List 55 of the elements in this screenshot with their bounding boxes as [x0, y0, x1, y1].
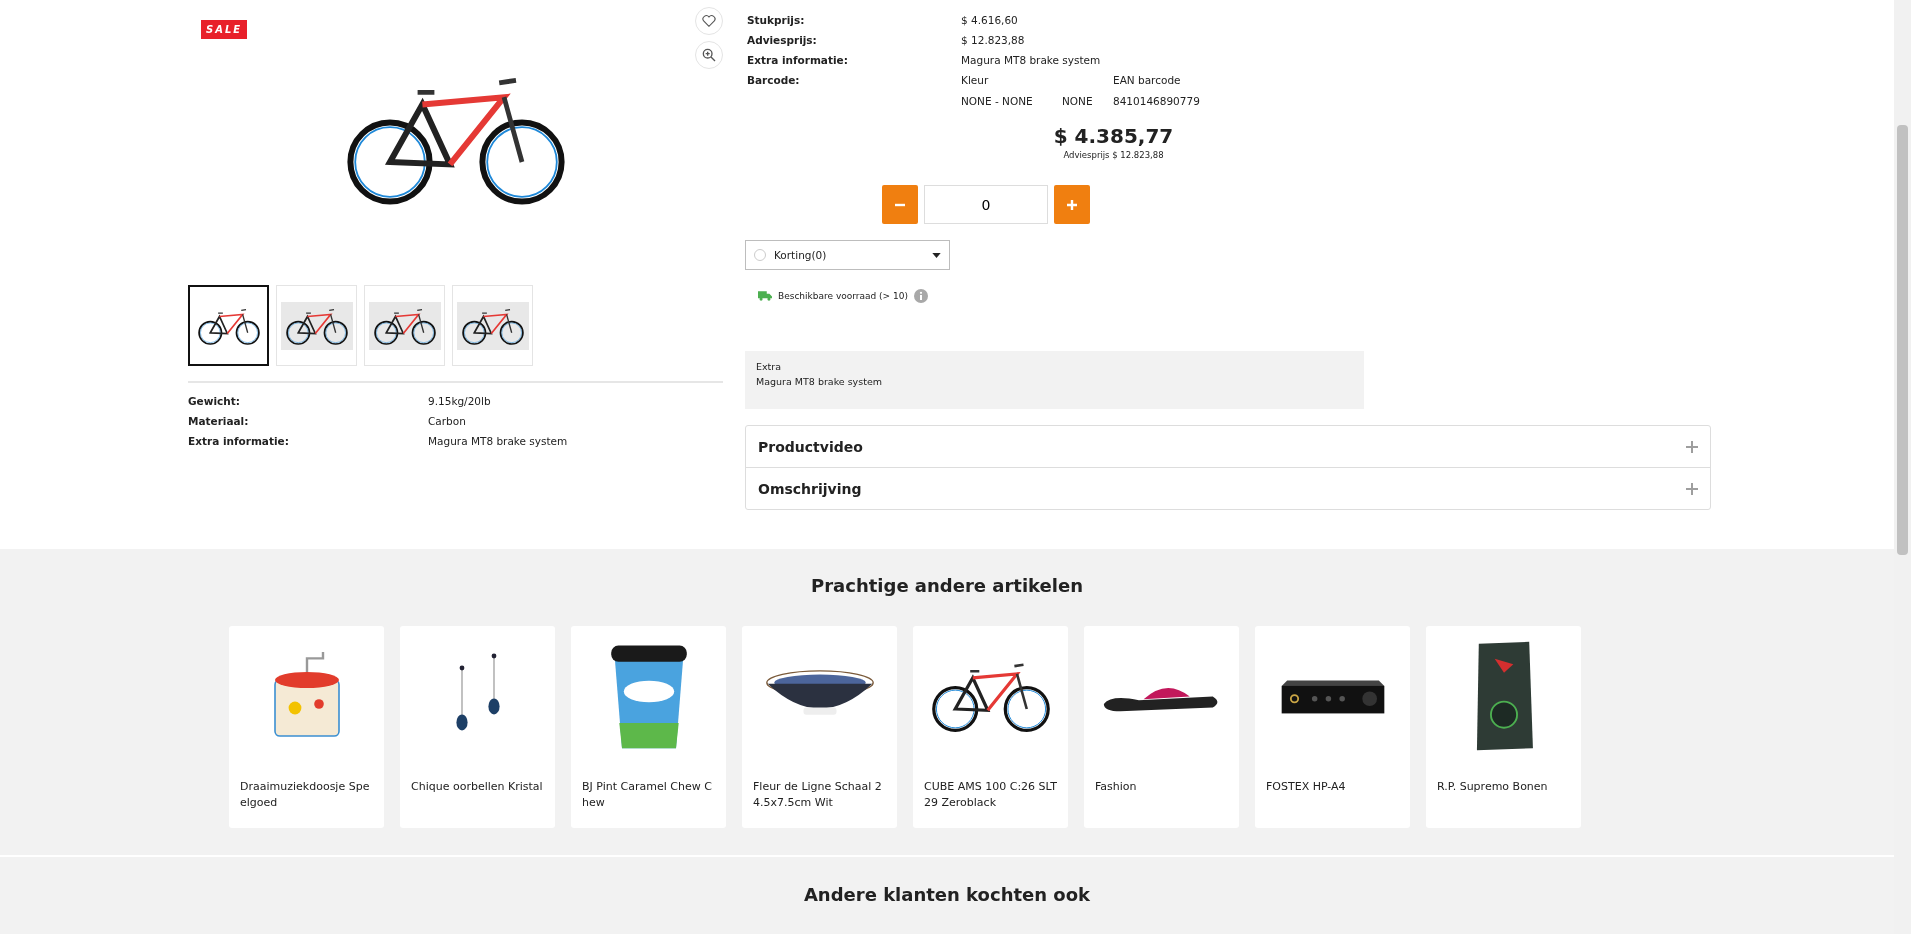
product-name: Chique oorbellen Kristal — [410, 779, 544, 795]
spec-label: Barcode: — [747, 74, 801, 86]
discount-dropdown[interactable]: Korting(0) — [745, 240, 950, 270]
advice-price: Adviesprijs $ 12.823,88 — [1062, 150, 1165, 160]
spec-value: $ 12.823,88 — [961, 34, 1025, 46]
section-title: Andere klanten kochten ook — [802, 884, 1092, 905]
table-cell-text: NONE - NONE — [961, 95, 1034, 107]
product-name: CUBE AMS 100 C:26 SLT 29 Zeroblack — [923, 779, 1058, 811]
product-card[interactable]: Fashion — [1084, 626, 1239, 828]
spec-label: Extra informatie: — [747, 54, 849, 66]
spec-label: Extra informatie: — [188, 435, 290, 447]
quantity-field[interactable]: 0 — [924, 185, 1048, 224]
table-cell-text: NONE — [1062, 95, 1094, 107]
product-card[interactable]: Draaimuziekdoosje Speelgoed — [229, 626, 384, 828]
spec-value: Carbon — [428, 415, 466, 427]
product-card[interactable]: R.P. Supremo Bonen — [1426, 626, 1581, 828]
accordion-header[interactable]: Productvideo — [746, 426, 1710, 467]
caret-icon — [932, 252, 941, 258]
table-cell: 8410146890779 — [1113, 95, 1200, 107]
section-title: Prachtige andere artikelen — [810, 575, 1084, 596]
extra-text: Magura MT8 brake system — [756, 376, 883, 387]
product-card[interactable]: Chique oorbellen Kristal — [400, 626, 555, 828]
spec-value: $ 4.616,60 — [961, 14, 1018, 26]
spec-value: Magura MT8 brake system — [428, 435, 568, 447]
stock-status: Beschikbare voorraad (> 10) — [778, 291, 908, 301]
sale-badge: SALE — [201, 20, 248, 39]
plus-icon — [1066, 198, 1078, 211]
product-card[interactable]: Fleur de Ligne Schaal 24.5x7.5cm Wit — [742, 626, 897, 828]
product-card[interactable]: FOSTEX HP-A4 — [1255, 626, 1410, 828]
product-name: BJ Pint Caramel Chew Chew — [581, 779, 713, 811]
spec-label: Stukprijs: — [747, 14, 806, 26]
thumbnail[interactable] — [188, 285, 269, 366]
spec-label: Materiaal: — [188, 415, 250, 427]
column-header: Kleur — [961, 74, 990, 86]
product-name: FOSTEX HP-A4 — [1265, 779, 1347, 795]
spec-label: Gewicht: — [188, 395, 241, 407]
discount-label: Korting(0) — [774, 249, 828, 261]
spec-value: Magura MT8 brake system — [961, 54, 1101, 66]
increase-button[interactable] — [1054, 185, 1090, 224]
price: $ 4.385,77 — [1052, 124, 1175, 148]
accordion-title: Omschrijving — [758, 480, 862, 497]
accordion-title: Productvideo — [758, 438, 863, 455]
zoom-in-icon[interactable] — [695, 41, 723, 69]
column-header: EAN barcode — [1113, 74, 1182, 86]
product-card[interactable]: CUBE AMS 100 C:26 SLT 29 Zeroblack — [913, 626, 1068, 828]
truck-icon — [758, 291, 772, 301]
accordion-header[interactable]: Omschrijving — [746, 467, 1710, 509]
spec-label: Adviesprijs: — [747, 34, 818, 46]
extra-title: Extra — [756, 361, 783, 372]
product-name: Draaimuziekdoosje Speelgoed — [239, 779, 371, 811]
product-name: R.P. Supremo Bonen — [1436, 779, 1549, 795]
product-name: Fashion — [1094, 779, 1138, 795]
product-name: Fleur de Ligne Schaal 24.5x7.5cm Wit — [752, 779, 883, 811]
product-card[interactable]: BJ Pint Caramel Chew Chew — [571, 626, 726, 828]
spec-value: 9.15kg/20lb — [428, 395, 491, 407]
